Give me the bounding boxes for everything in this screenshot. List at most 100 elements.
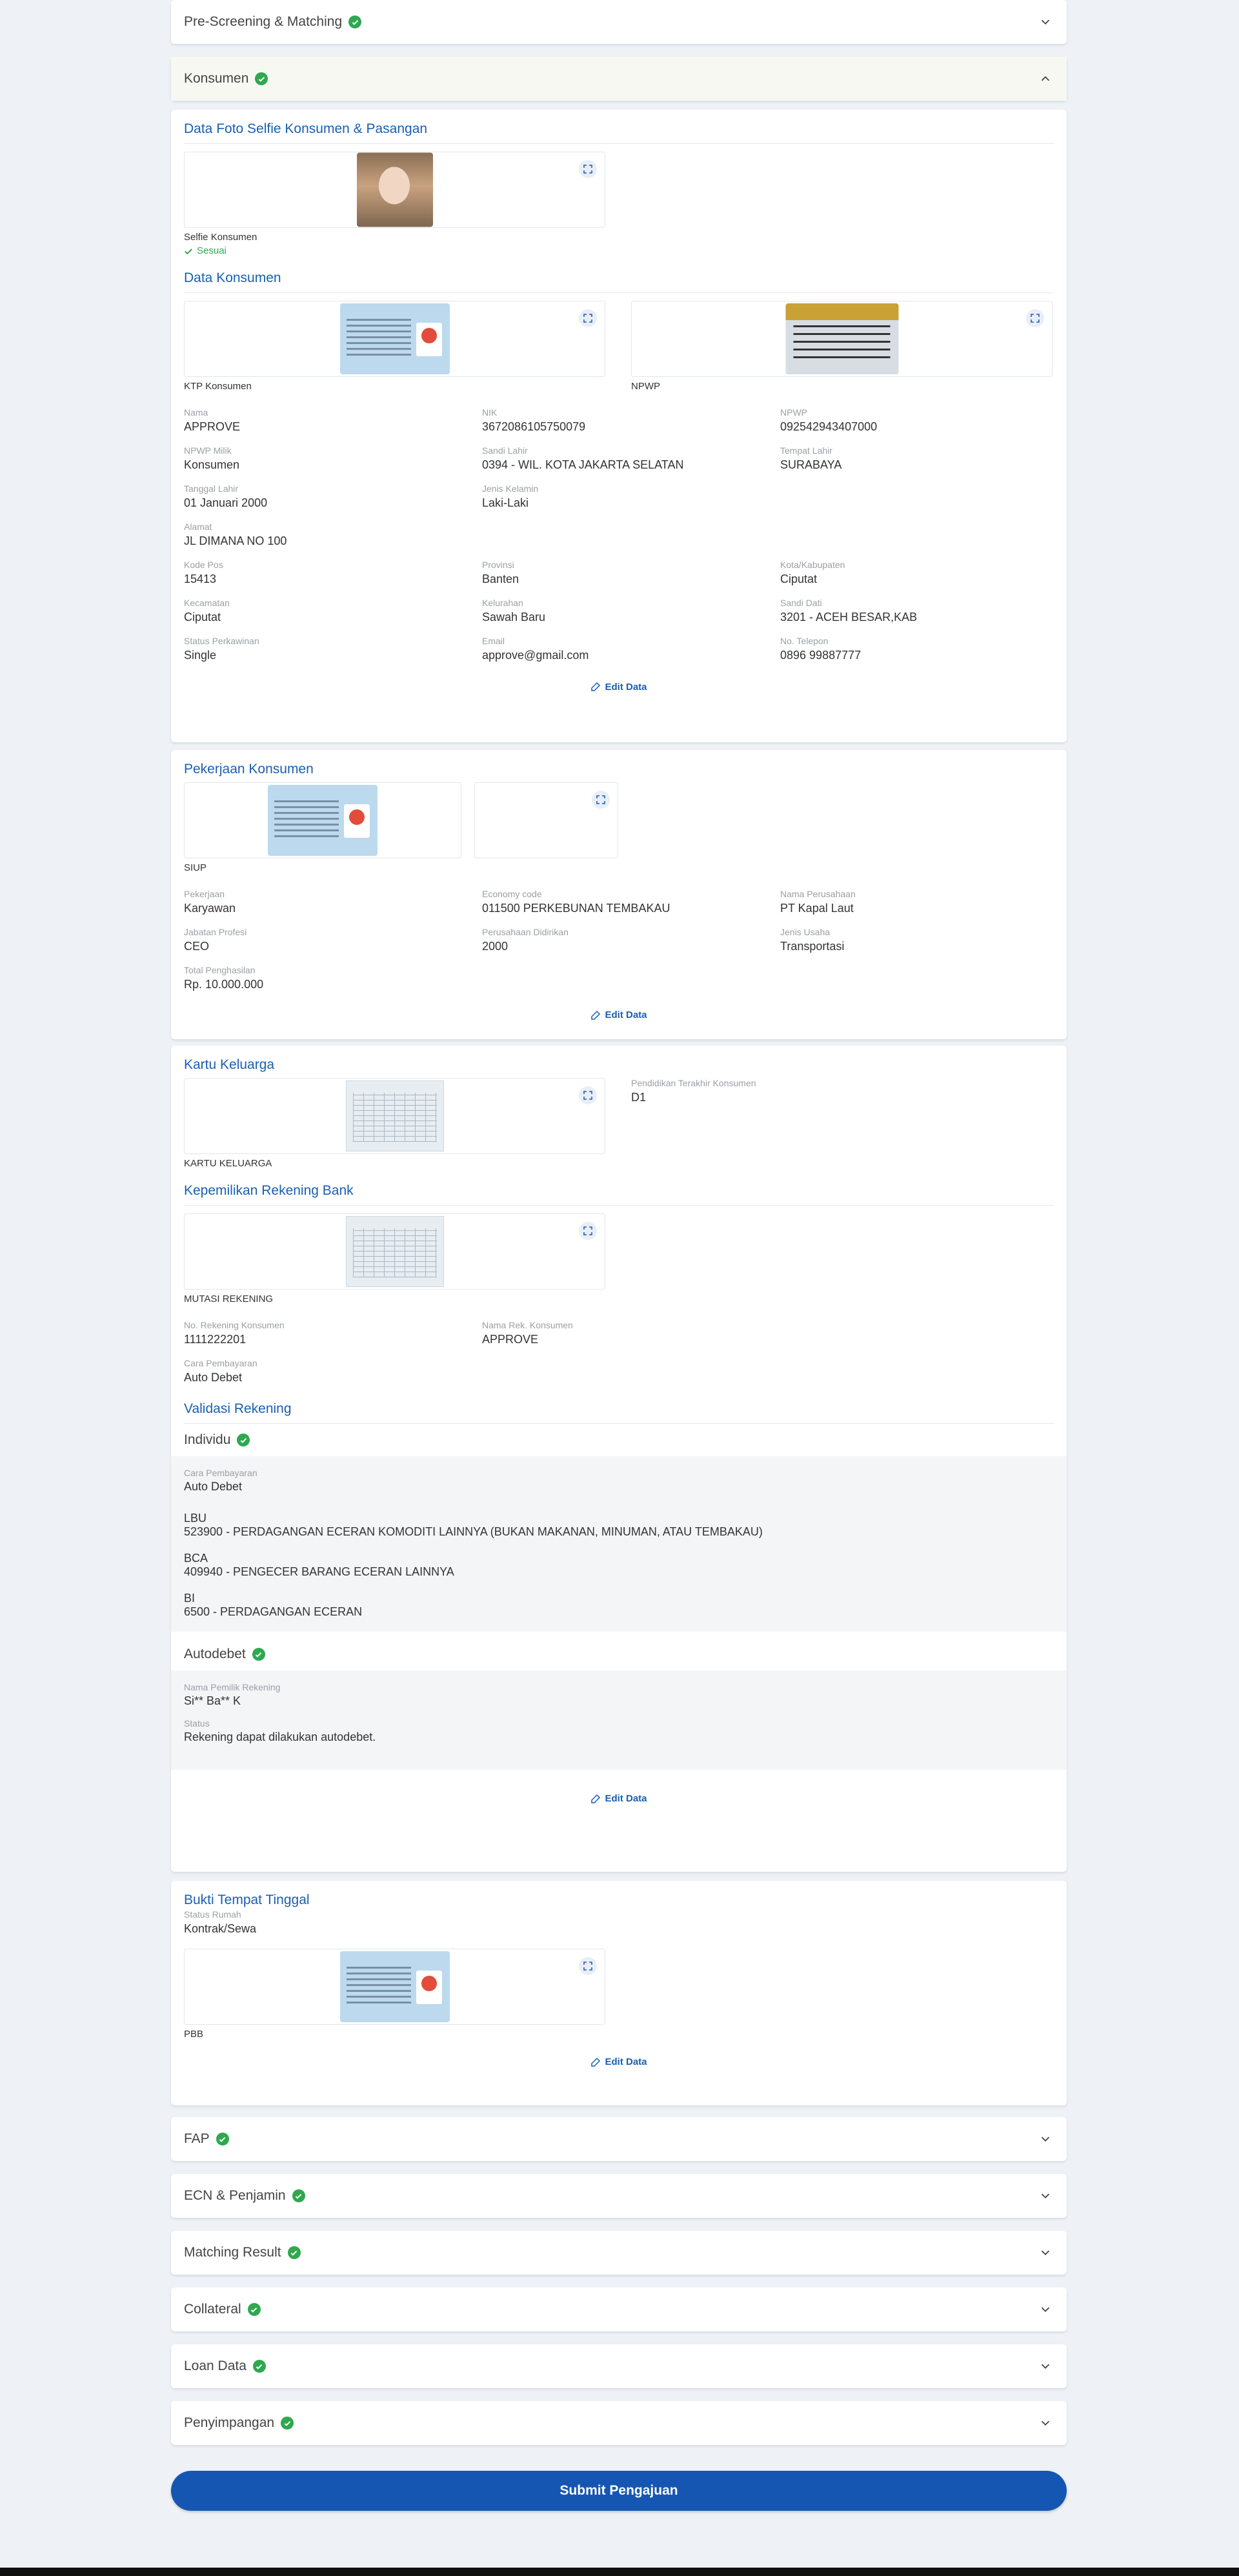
- section-title-pekerjaan: Pekerjaan Konsumen: [184, 762, 314, 776]
- chevron-up-icon[interactable]: [1038, 72, 1053, 86]
- field-nama: Nama APPROVE: [184, 407, 241, 433]
- accordion-ecn[interactable]: ECN & Penjamin: [171, 2174, 1067, 2218]
- mutasi-image-box[interactable]: [184, 1213, 605, 1290]
- expand-icon[interactable]: [579, 1222, 597, 1240]
- card-data-konsumen: Data Foto Selfie Konsumen & Pasangan Sel…: [171, 110, 1067, 742]
- accordion-loan[interactable]: Loan Data: [171, 2344, 1067, 2388]
- chevron-down-icon[interactable]: [1038, 15, 1053, 29]
- field-total-penghasilan: Total Penghasilan Rp. 10.000.000: [184, 965, 264, 991]
- expand-icon[interactable]: [1026, 309, 1044, 327]
- selfie-status-badge: Sesuai: [184, 245, 227, 256]
- selfie-photo: [356, 152, 433, 227]
- accordion-fap[interactable]: FAP: [171, 2117, 1067, 2161]
- edit-icon: [591, 1794, 601, 1803]
- accordion-penyimpangan[interactable]: Penyimpangan: [171, 2401, 1067, 2445]
- ktp-image-box[interactable]: [184, 300, 605, 377]
- npwp-card-image: [785, 303, 898, 374]
- pbb-label: PBB: [184, 2029, 204, 2040]
- chevron-down-icon[interactable]: [1038, 2359, 1053, 2373]
- field-nik: NIK 3672086105750079: [482, 407, 586, 433]
- field-nama-perusahaan: Nama Perusahaan PT Kapal Laut: [780, 889, 856, 915]
- accordion-header-loan[interactable]: Loan Data: [171, 2344, 1067, 2388]
- section-title-tempat-tinggal: Bukti Tempat Tinggal: [184, 1892, 310, 1907]
- pbb-image-box[interactable]: [184, 1949, 605, 2025]
- cara-pembayaran-value: Auto Debet: [184, 1480, 243, 1493]
- accordion-header-fap[interactable]: FAP: [171, 2117, 1067, 2161]
- field-no-rekening: No. Rekening Konsumen 1111222201: [184, 1320, 285, 1346]
- expand-icon[interactable]: [579, 309, 597, 327]
- siup-image-box-2[interactable]: [474, 782, 618, 858]
- accordion-title: FAP: [184, 2131, 210, 2146]
- field-provinsi: Provinsi Banten: [482, 559, 519, 585]
- section-title-rekening: Kepemilikan Rekening Bank: [184, 1183, 1054, 1206]
- autodebet-label: Autodebet: [184, 1647, 246, 1661]
- edit-icon: [591, 682, 601, 691]
- npwp-image-box[interactable]: [631, 300, 1053, 377]
- accordion-header-ecn[interactable]: ECN & Penjamin: [171, 2174, 1067, 2218]
- section-title-validasi: Validasi Rekening: [184, 1401, 1054, 1424]
- accordion-konsumen[interactable]: Konsumen: [171, 57, 1067, 101]
- field-economy-code: Economy code 011500 PERKEBUNAN TEMBAKAU: [482, 889, 670, 915]
- expand-icon[interactable]: [579, 1086, 597, 1104]
- rekening-fields: No. Rekening Konsumen 1111222201 Nama Rek…: [184, 1320, 1054, 1384]
- card-pekerjaan: Pekerjaan Konsumen SIUP Pekerjaan Karyawa…: [171, 750, 1067, 1039]
- accordion-header-collateral[interactable]: Collateral: [171, 2287, 1067, 2331]
- field-kota: Kota/Kabupaten Ciputat: [780, 559, 845, 585]
- selfie-label: Selfie Konsumen: [184, 232, 257, 243]
- bottom-bar: [0, 2568, 1239, 2576]
- field-status-perkawinan: Status Perkawinan Single: [184, 635, 259, 662]
- cara-pembayaran-label: Cara Pembayaran: [184, 1468, 257, 1478]
- pekerjaan-fields: Pekerjaan Karyawan Economy code 011500 PER…: [184, 889, 1054, 991]
- chevron-down-icon[interactable]: [1038, 2302, 1053, 2317]
- edit-data-label: Edit Data: [605, 681, 647, 693]
- siup-label: SIUP: [184, 862, 207, 873]
- expand-icon[interactable]: [579, 160, 597, 178]
- mutasi-label: MUTASI REKENING: [184, 1293, 274, 1304]
- expand-icon[interactable]: [592, 791, 610, 809]
- selfie-status-text: Sesuai: [197, 245, 227, 256]
- kk-label: KARTU KELUARGA: [184, 1158, 272, 1169]
- check-icon: [348, 15, 362, 28]
- accordion-title: Collateral: [184, 2302, 241, 2317]
- field-status-rumah: Status Rumah Kontrak/Sewa: [184, 1909, 257, 1935]
- check-icon: [216, 2133, 229, 2145]
- accordion-header-konsumen[interactable]: Konsumen: [171, 57, 1067, 101]
- accordion-matching[interactable]: Matching Result: [171, 2231, 1067, 2275]
- edit-data-label: Edit Data: [605, 2056, 647, 2067]
- check-icon: [252, 2360, 266, 2373]
- bi-label: BI: [184, 1592, 196, 1605]
- chevron-down-icon[interactable]: [1038, 2416, 1053, 2430]
- submit-pengajuan-button[interactable]: Submit Pengajuan: [171, 2471, 1067, 2511]
- accordion-collateral[interactable]: Collateral: [171, 2287, 1067, 2331]
- check-icon: [255, 72, 268, 85]
- accordion-title: Matching Result: [184, 2245, 281, 2260]
- edit-data-button[interactable]: Edit Data: [184, 2056, 1054, 2067]
- accordion-title: ECN & Penjamin: [184, 2188, 286, 2203]
- expand-icon[interactable]: [579, 1957, 597, 1975]
- chevron-down-icon[interactable]: [1038, 2246, 1053, 2260]
- field-sandi-lahir: Sandi Lahir 0394 - WIL. KOTA JAKARTA SELA…: [482, 445, 684, 471]
- edit-data-label: Edit Data: [605, 1009, 647, 1020]
- status-label: Status: [184, 1718, 210, 1729]
- accordion-header-penyimpangan[interactable]: Penyimpangan: [171, 2401, 1067, 2445]
- edit-icon: [591, 2057, 601, 2067]
- chevron-down-icon[interactable]: [1038, 2189, 1053, 2203]
- siup-image-box[interactable]: [184, 782, 461, 858]
- chevron-down-icon[interactable]: [1038, 2132, 1053, 2146]
- accordion-prescreening[interactable]: Pre-Screening & Matching: [171, 0, 1067, 44]
- field-perusahaan-didirikan: Perusahaan Didirikan 2000: [482, 927, 569, 953]
- edit-data-button[interactable]: Edit Data: [184, 682, 1054, 693]
- kk-image-box[interactable]: [184, 1078, 605, 1154]
- card-tempat-tinggal: Bukti Tempat Tinggal Status Rumah Kontra…: [171, 1881, 1067, 2105]
- selfie-image-box[interactable]: [184, 152, 605, 228]
- edit-data-button[interactable]: Edit Data: [184, 1009, 1054, 1020]
- siup-card-image: [268, 785, 378, 856]
- mutasi-document-image: [345, 1216, 444, 1287]
- accordion-header-prescreening[interactable]: Pre-Screening & Matching: [171, 0, 1067, 44]
- bca-label: BCA: [184, 1552, 208, 1565]
- accordion-header-matching[interactable]: Matching Result: [171, 2231, 1067, 2275]
- edit-icon: [591, 1010, 601, 1020]
- edit-data-button[interactable]: Edit Data: [184, 1793, 1054, 1804]
- edit-data-label: Edit Data: [605, 1793, 647, 1804]
- field-pendidikan: Pendidikan Terakhir Konsumen D1: [631, 1078, 756, 1104]
